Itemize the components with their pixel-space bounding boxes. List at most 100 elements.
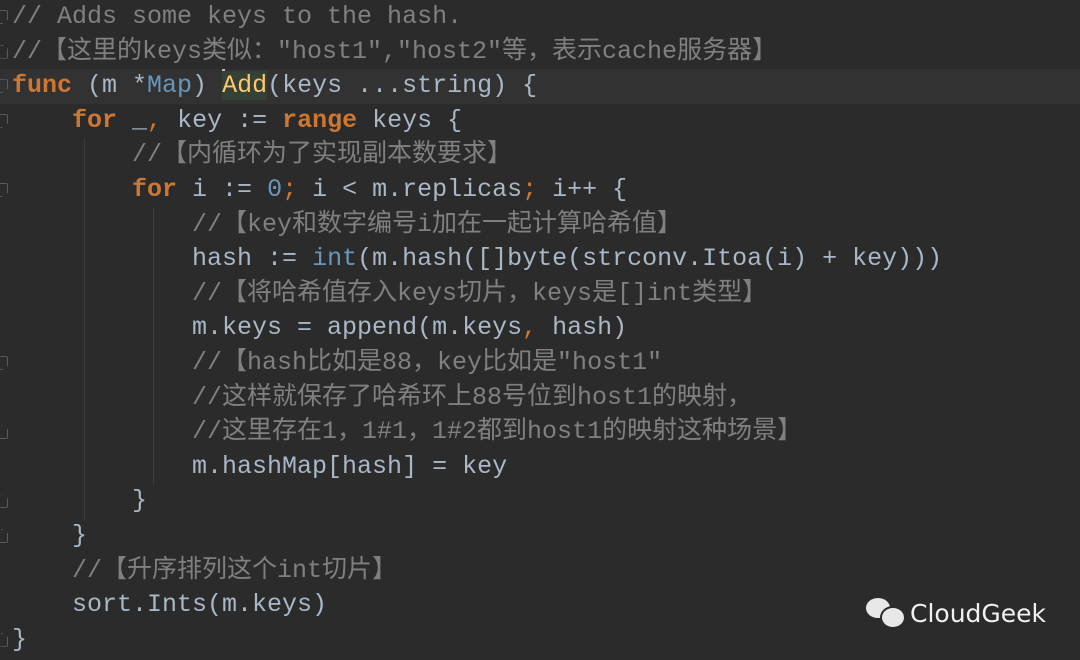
token-tx: (m * <box>72 71 148 101</box>
code-line[interactable]: //【将哈希值存入keys切片，keys是[]int类型】 <box>0 277 1080 312</box>
token-tx <box>12 383 192 412</box>
token-kw: range <box>282 105 358 135</box>
code-text: //【将哈希值存入keys切片，keys是[]int类型】 <box>12 277 767 312</box>
token-semi: , <box>147 105 163 135</box>
fold-end-icon[interactable] <box>0 44 8 59</box>
token-semi: ; <box>282 175 298 204</box>
token-tx: i++ { <box>537 175 628 204</box>
code-text: //【内循环为了实现副本数要求】 <box>12 138 512 173</box>
token-tx: } <box>12 624 28 654</box>
fold-end-icon[interactable] <box>0 529 8 543</box>
code-text: for i := 0; i < m.replicas; i++ { <box>12 173 627 208</box>
token-kw: func <box>12 71 73 101</box>
token-semi: , <box>522 313 538 343</box>
token-tx <box>12 106 72 135</box>
token-cm: //这样就保存了哈希环上88号位到host1的映射， <box>192 382 753 412</box>
fold-end-icon[interactable] <box>0 425 8 440</box>
token-num: 0 <box>267 175 283 204</box>
token-tx: keys { <box>357 105 463 135</box>
code-text: m.keys = append(m.keys, hash) <box>12 311 627 346</box>
token-tx: key := <box>162 105 283 135</box>
token-cm: //【将哈希值存入keys切片，keys是[]int类型】 <box>192 278 768 308</box>
token-fn: Add <box>222 71 268 101</box>
fold-end-icon[interactable] <box>0 632 8 647</box>
code-text: func (m *Map) Add(keys ...string) { <box>12 69 537 104</box>
token-tx <box>12 210 192 239</box>
token-tx <box>12 175 132 204</box>
code-text: } <box>12 519 87 554</box>
code-text: sort.Ints(m.keys) <box>12 588 327 623</box>
token-tx <box>12 556 72 585</box>
token-tx: i < m.replicas <box>297 175 523 204</box>
code-line[interactable]: for i := 0; i < m.replicas; i++ { <box>0 173 1080 208</box>
token-cm: // Adds some keys to the hash. <box>12 2 463 31</box>
fold-collapse-icon[interactable] <box>0 10 8 24</box>
watermark: CloudGeek <box>866 596 1046 630</box>
token-tx <box>12 140 132 169</box>
fold-collapse-icon[interactable] <box>0 183 8 197</box>
indent-guide <box>84 138 85 520</box>
code-line[interactable]: m.hashMap[hash] = key <box>0 450 1080 485</box>
token-tx: sort.Ints(m.keys) <box>12 590 328 620</box>
token-ty: Map <box>147 71 193 101</box>
token-tx: (keys ...string) { <box>267 71 538 101</box>
code-text: //这样就保存了哈希环上88号位到host1的映射， <box>12 381 752 416</box>
code-line[interactable]: //【hash比如是88，key比如是"host1" <box>0 346 1080 381</box>
code-line[interactable]: //【升序排列这个int切片】 <box>0 554 1080 589</box>
fold-end-icon[interactable] <box>0 494 8 509</box>
code-text: } <box>12 623 27 658</box>
code-line[interactable]: } <box>0 519 1080 554</box>
code-line[interactable]: //这里存在1，1#1，1#2都到host1的映射这种场景】 <box>0 415 1080 450</box>
code-line[interactable]: m.keys = append(m.keys, hash) <box>0 311 1080 346</box>
code-text: //【升序排列这个int切片】 <box>12 554 397 589</box>
token-tx: m.keys = append(m.keys <box>12 313 523 343</box>
token-tx: i := <box>177 175 268 204</box>
token-tx: } <box>12 521 88 550</box>
token-cm: //【升序排列这个int切片】 <box>72 555 398 585</box>
fold-collapse-icon[interactable] <box>0 79 8 94</box>
token-kw: for <box>72 105 118 135</box>
code-line[interactable]: //【内循环为了实现副本数要求】 <box>0 138 1080 173</box>
token-tx: hash := <box>12 244 313 274</box>
token-cm: //【hash比如是88，key比如是"host1" <box>192 348 663 377</box>
code-text: m.hashMap[hash] = key <box>12 450 507 485</box>
token-tx <box>12 348 192 377</box>
code-text: for _, key := range keys { <box>12 104 462 139</box>
code-line[interactable]: } <box>0 484 1080 519</box>
token-cm: //【key和数字编号i加在一起计算哈希值】 <box>192 209 683 239</box>
code-text: } <box>12 484 147 519</box>
code-line[interactable]: //【key和数字编号i加在一起计算哈希值】 <box>0 208 1080 243</box>
code-text: //【key和数字编号i加在一起计算哈希值】 <box>12 208 682 243</box>
token-cm: //这里存在1，1#1，1#2都到host1的映射这种场景】 <box>192 417 803 447</box>
fold-collapse-icon[interactable] <box>0 356 8 370</box>
token-tx: ) <box>192 71 223 101</box>
token-tx: _ <box>117 105 148 135</box>
code-text: // Adds some keys to the hash. <box>12 0 462 35</box>
token-tx: } <box>12 486 148 516</box>
code-line[interactable]: // Adds some keys to the hash. <box>0 0 1080 35</box>
code-text: //【hash比如是88，key比如是"host1" <box>12 346 662 381</box>
code-editor[interactable]: // Adds some keys to the hash. //【这里的keys… <box>0 0 1080 660</box>
code-line[interactable]: for _, key := range keys { <box>0 104 1080 139</box>
indent-guide <box>153 208 154 485</box>
code-text: //【这里的keys类似："host1","host2"等，表示cache服务器… <box>12 35 777 70</box>
token-kw: for <box>132 175 178 204</box>
token-tx <box>12 417 192 446</box>
code-text: hash := int(m.hash([]byte(strconv.Itoa(i… <box>12 242 942 277</box>
watermark-label: CloudGeek <box>910 598 1047 628</box>
token-semi: ; <box>522 175 538 204</box>
fold-collapse-icon[interactable] <box>0 113 8 128</box>
code-text: //这里存在1，1#1，1#2都到host1的映射这种场景】 <box>12 415 802 450</box>
token-tx: m.hashMap[hash] = key <box>12 451 508 481</box>
code-line[interactable]: //这样就保存了哈希环上88号位到host1的映射， <box>0 381 1080 416</box>
token-cm: //【这里的keys类似："host1","host2"等，表示cache服务器… <box>12 36 778 66</box>
wechat-icon <box>866 596 906 630</box>
token-tx: (m.hash([]byte(strconv.Itoa(i) + key))) <box>357 244 943 274</box>
code-line[interactable]: //【这里的keys类似："host1","host2"等，表示cache服务器… <box>0 35 1080 70</box>
token-tx <box>12 279 192 308</box>
code-line[interactable]: func (m *Map) Add(keys ...string) { <box>0 69 1080 104</box>
token-tx: hash) <box>537 313 628 343</box>
token-cm: //【内循环为了实现副本数要求】 <box>132 140 513 170</box>
token-ty: int <box>312 244 358 274</box>
code-line[interactable]: hash := int(m.hash([]byte(strconv.Itoa(i… <box>0 242 1080 277</box>
